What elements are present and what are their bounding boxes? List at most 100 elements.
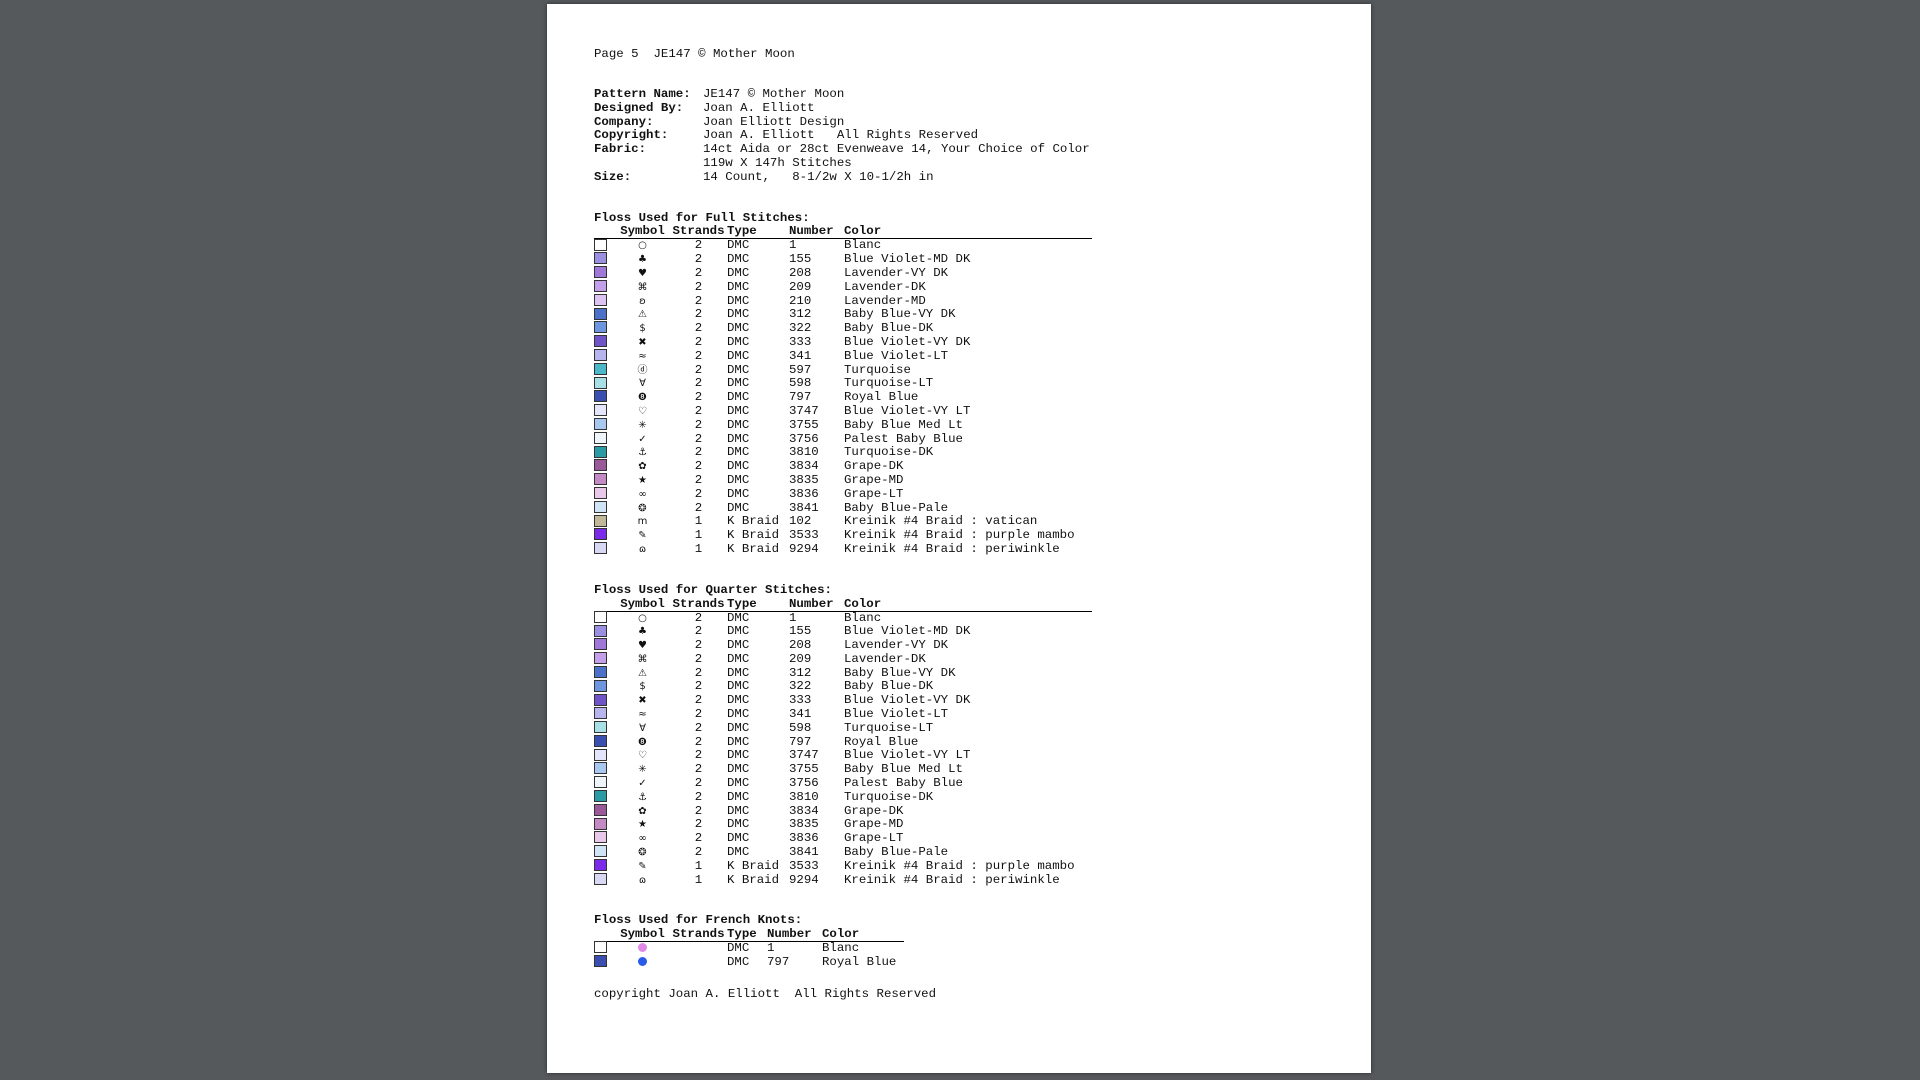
type-cell: DMC [727,307,750,322]
symbol-cell: ❂ [615,846,670,860]
symbol-cell: ✎ [615,529,670,543]
color-swatch [594,693,607,706]
color-name-cell: Grape-MD [844,817,904,832]
table-row: ɷ 1 K Braid 9294 Kreinik #4 Braid : periwink… [594,873,1092,888]
number-cell: 312 [789,307,812,322]
color-name-cell: Grape-DK [844,459,904,474]
color-swatch [594,610,607,623]
info-key: Fabric: [594,142,647,157]
color-swatch [594,348,607,361]
table-row: ✳ 2 DMC 3755 Baby Blue Med Lt [594,762,1092,777]
full-stitches-section: Floss Used for Full Stitches: Symbol Str… [594,211,1092,557]
type-cell: DMC [727,803,750,818]
strands-cell: 2 [694,321,703,336]
french-knot-dot-icon [638,942,647,952]
symbol-cell: ∀ [615,722,670,736]
table-row: ɷ 1 K Braid 9294 Kreinik #4 Braid : periwink… [594,542,1092,557]
swatch-cell [594,459,615,474]
symbol-cell: m [615,515,670,529]
info-row: Fabric: 14ct Aida or 28ct Evenweave 14, Y… [594,142,1092,157]
color-name-cell: Baby Blue Med Lt [844,417,963,432]
stitch-symbol-icon: ʚ [639,295,646,307]
number-cell: 155 [789,624,812,639]
strands-cell: 2 [694,831,703,846]
color-name-cell: Lavender-DK [844,279,926,294]
strands-cell: 1 [694,858,703,873]
color-swatch [594,362,607,375]
number-cell: 3810 [789,789,819,804]
symbol-cell: ✖ [615,336,670,350]
number-cell: 3810 [789,445,819,460]
type-cell: DMC [727,651,750,666]
info-value: 119w X 147h Stitches [703,155,852,170]
symbol-cell: $ [615,680,670,694]
number-cell: 333 [789,334,812,349]
symbol-cell: ✓ [615,433,670,447]
color-name-cell: Blue Violet-VY LT [844,748,971,763]
table-row: ✓ 2 DMC 3756 Palest Baby Blue [594,432,1092,447]
symbol-cell: ❽ [615,736,670,750]
type-cell: DMC [727,238,750,253]
swatch-cell [594,348,615,364]
color-name-cell: Grape-DK [844,803,904,818]
swatch-cell [594,417,615,433]
stitch-symbol-icon: ⓓ [637,364,648,376]
color-name-cell: Palest Baby Blue [844,776,963,791]
stitch-symbol-icon: $ [639,323,646,335]
stitch-symbol-icon: ⚓ [638,791,647,803]
type-cell: DMC [727,610,750,625]
swatch-cell [594,679,615,694]
symbol-cell: ɷ [615,874,670,888]
table-row: ⚓ 2 DMC 3810 Turquoise-DK [594,446,1092,460]
strands-cell: 2 [694,279,703,294]
stitch-symbol-icon: ∞ [638,488,647,500]
number-cell: 341 [789,707,812,722]
symbol-cell: ♣ [615,625,670,639]
table-row: $2 DMC 322 Baby Blue-DK [594,321,1092,336]
strands-cell: 1 [694,528,703,543]
symbol-cell: ✎ [615,860,670,874]
type-cell: DMC [727,459,750,474]
symbol-cell: ✳ [615,763,670,777]
symbol-cell: ○ [615,239,670,253]
symbol-cell: ⓓ [615,364,670,378]
number-cell: 3533 [789,858,819,873]
type-cell: DMC [727,679,750,694]
swatch-cell [594,376,615,391]
color-name-cell: Baby Blue-Pale [844,845,949,860]
stitch-symbol-icon: ✓ [638,433,647,445]
color-swatch [594,445,607,458]
strands-cell: 2 [694,486,703,501]
quarter-stitches-title: Floss Used for Quarter Stitches: [594,582,832,597]
table-row: ⚓ 2 DMC 3810 Turquoise-DK [594,789,1092,805]
type-cell: K Braid [727,858,780,873]
info-key: Company: [594,114,654,129]
type-cell: DMC [727,693,750,708]
table-row: ○ 2 DMC 1 Blanc [594,611,1092,625]
color-swatch [594,417,607,430]
table-row: ★ 2 DMC 3835 Grape-MD [594,818,1092,832]
table-row: ✿ 2 DMC 3834 Grape-DK [594,459,1092,474]
color-name-cell: Turquoise-DK [844,445,934,460]
swatch-cell [594,707,615,722]
strands-cell: 2 [694,748,703,763]
number-cell: 322 [789,321,812,336]
stitch-symbol-icon: ✿ [638,805,647,817]
color-swatch [594,390,607,403]
color-swatch [594,238,607,251]
swatch-cell [594,266,615,281]
info-key: Designed By: [594,100,684,115]
swatch-cell [594,721,615,736]
swatch-cell [594,776,615,791]
color-swatch [594,652,607,665]
type-cell: DMC [727,334,750,349]
stitch-symbol-icon: ♣ [638,254,647,266]
swatch-cell [594,762,615,777]
color-swatch [594,707,607,720]
strands-cell: 2 [694,376,703,391]
color-name-cell: Lavender-VY DK [844,265,949,280]
pattern-info: Pattern Name: JE147 © Mother Moon Designed… [594,87,1092,185]
swatch-cell [594,390,615,405]
info-value: JE147 © Mother Moon [703,87,845,101]
type-cell: DMC [727,720,750,735]
